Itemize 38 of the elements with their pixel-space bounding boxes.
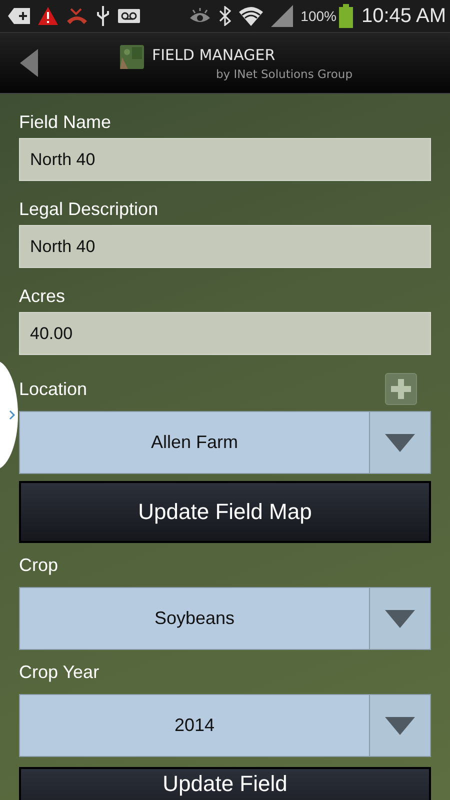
logo-icon: [120, 45, 144, 69]
usb-icon: [96, 6, 110, 26]
dropdown-arrow-icon: [385, 610, 415, 628]
dropdown[interactable]: Soybeans: [19, 587, 431, 650]
bluetooth-icon: [218, 6, 231, 26]
wifi-icon: [238, 6, 263, 26]
field-label: Field Name: [19, 110, 112, 134]
battery-icon: [339, 4, 354, 28]
input-field[interactable]: North 40: [19, 225, 431, 268]
input-field[interactable]: 40.00: [19, 312, 431, 355]
clock: 10:45 AM: [361, 4, 446, 28]
field-label: Crop: [19, 554, 58, 577]
battery-percent: 100%: [300, 8, 336, 24]
signal-icon: [270, 5, 293, 27]
field-label: Acres: [19, 284, 66, 308]
missed-call-icon: [66, 7, 88, 25]
field-label: Location: [19, 378, 88, 400]
add-notification-icon: [8, 8, 30, 24]
app-title: FIELD MANAGER: [152, 46, 276, 64]
field-label: Crop Year: [19, 660, 100, 684]
add-button[interactable]: [385, 373, 417, 405]
dropdown[interactable]: 2014: [19, 694, 431, 757]
update-button[interactable]: Update Field Map: [19, 481, 431, 543]
chevron-icon: [9, 410, 15, 420]
dropdown-value: 2014: [173, 714, 216, 737]
dropdown-value: Allen Farm: [150, 431, 240, 454]
dropdown-arrow-icon: [385, 716, 415, 734]
warning-icon: [38, 7, 58, 25]
eye-icon: [188, 8, 211, 24]
field-label: Legal Description: [19, 198, 160, 221]
update-button[interactable]: Update Field: [19, 767, 431, 800]
dropdown-arrow-icon: [385, 434, 415, 452]
dropdown-value: Soybeans: [153, 607, 236, 630]
input-field[interactable]: North 40: [19, 138, 431, 181]
dropdown[interactable]: Allen Farm: [19, 411, 431, 474]
back-icon[interactable]: [20, 49, 38, 77]
voicemail-icon: [118, 9, 140, 23]
app-subtitle: by INet Solutions Group: [216, 66, 353, 80]
